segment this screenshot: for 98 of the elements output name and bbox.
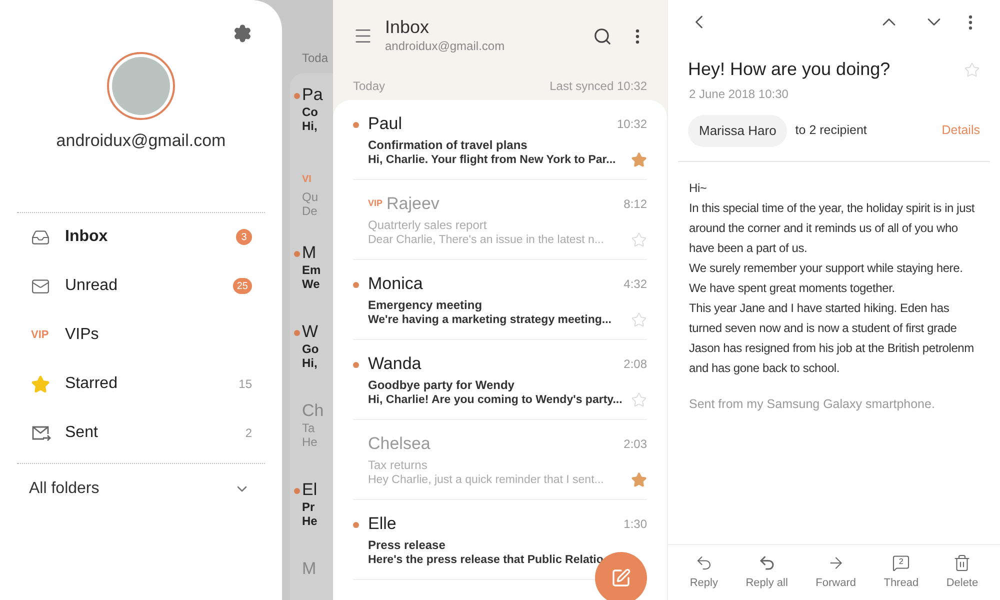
envelope-arrow-icon <box>31 424 51 442</box>
toolbar-action[interactable]: Delete <box>946 554 978 592</box>
time-label: 2:03 <box>624 436 647 452</box>
compose-icon <box>611 568 631 588</box>
toolbar-action[interactable]: Reply all <box>746 554 788 592</box>
sender-name: M <box>302 559 318 579</box>
mail-row[interactable]: Monica 4:32 Emergency meeting We're having a marketing strategy meeting... <box>353 260 647 340</box>
preview-text: Hi, <box>302 119 318 133</box>
preview-text: We're having a marketing strategy meeting... <box>368 313 612 328</box>
drawer-item[interactable]: Unread 25 <box>0 262 282 310</box>
all-folders-toggle[interactable]: All folders <box>0 464 282 514</box>
section-label: Today <box>353 78 386 95</box>
star-icon <box>31 374 50 394</box>
sender-name: M <box>302 243 318 263</box>
sync-status: Last synced 10:32 <box>550 78 647 95</box>
account-email: androidux@gmail.com <box>55 130 227 152</box>
reply-all-icon <box>758 554 776 572</box>
star-outline-icon[interactable] <box>631 392 647 408</box>
subject-text: Press release <box>368 538 446 554</box>
subject-text: Qu <box>302 190 320 204</box>
preview-text: Hey Charlie, just a quick reminder that I sent... <box>368 473 604 488</box>
subject-text: Goodbye party for Wendy <box>368 378 516 394</box>
message-subject: Hey! How are you doing? <box>688 58 890 81</box>
preview-text: Dear Charlie, There's an issue in the latest n... <box>368 233 604 248</box>
body-paragraph: We surely remember your support while staying here. <box>689 260 964 276</box>
count-label: 2 <box>245 425 252 442</box>
subject-text: Em <box>302 263 322 277</box>
inbox-icon <box>31 228 50 246</box>
sender-chip[interactable]: Marissa Haro <box>688 115 788 146</box>
time-label: 10:32 <box>616 116 647 132</box>
drawer-item[interactable]: Inbox 3 <box>0 212 282 262</box>
drawer-item[interactable]: Sent 2 <box>0 408 282 458</box>
sender-name: Chelsea <box>368 432 430 455</box>
star-icon[interactable] <box>631 152 647 168</box>
mail-row[interactable]: Paul 10:32 Confirmation of travel plans Hi, Charlie. Your flight from New York to Par... <box>353 100 647 180</box>
sender-name: Elle <box>368 512 396 535</box>
subject-text: Quatrterly sales report <box>368 218 488 234</box>
preview-text: Here's the press release that Public Relatio <box>368 553 604 568</box>
time-label: 4:32 <box>624 276 647 292</box>
thread-icon: 2 <box>892 554 910 572</box>
subject-text: Ta <box>302 421 316 435</box>
preview-text: Hi, <box>302 356 318 370</box>
time-label: 8:12 <box>624 196 647 212</box>
search-icon[interactable] <box>593 26 612 46</box>
subject-text: Confirmation of travel plans <box>368 138 528 154</box>
reply-icon <box>694 554 713 572</box>
subject-text: Co <box>302 105 319 119</box>
vip-label: VIP <box>31 328 49 343</box>
avatar-placeholder <box>107 52 175 120</box>
account-email: androidux@gmail.com <box>385 38 506 55</box>
sender-name: Monica <box>368 272 423 295</box>
count-badge: 25 <box>232 278 252 294</box>
toolbar-action[interactable]: Reply <box>690 554 718 592</box>
star-outline-icon[interactable] <box>631 232 647 248</box>
settings-icon[interactable] <box>233 24 252 43</box>
toolbar-action[interactable]: Forward <box>816 554 856 592</box>
sender-name: Pa <box>302 85 324 105</box>
sender-name: El <box>302 480 318 500</box>
star-icon[interactable] <box>631 472 647 488</box>
trash-icon <box>953 554 972 572</box>
subject-text: Emergency meeting <box>368 298 484 314</box>
subject-text: Pr <box>302 500 316 514</box>
sender-name: Paul <box>368 112 402 135</box>
body-paragraph: Hi~ <box>689 180 708 196</box>
subject-text: Go <box>302 342 320 356</box>
star-outline-icon[interactable] <box>964 62 980 78</box>
star-outline-icon[interactable] <box>631 312 647 328</box>
recipients-text: to 2 recipient <box>795 122 868 140</box>
preview-text: We <box>302 277 321 291</box>
preview-text: He <box>302 435 318 449</box>
time-label: 2:08 <box>624 356 647 372</box>
preview-text: Hi, Charlie! Are you coming to Wendy's party... <box>368 393 622 408</box>
toolbar-action[interactable]: 2 Thread <box>884 554 919 592</box>
inbox-title: Inbox <box>385 17 430 37</box>
mail-row[interactable]: Wanda 2:08 Goodbye party for Wendy Hi, Charlie! Are you coming to Wendy's party... <box>353 340 647 420</box>
body-paragraph: This year Jane and I have started hiking. Eden has turned seven now and is now a student of first grade <box>689 300 958 336</box>
envelope-icon <box>31 276 50 296</box>
message-date: 2 June 2018 10:30 <box>688 86 790 103</box>
body-paragraph: Jason has resigned from his job at the British petrolenm and has gone back to school. <box>689 340 975 376</box>
signature-text: Sent from my Samsung Galaxy smartphone. <box>689 396 936 413</box>
sender-name: Rajeev <box>386 192 440 215</box>
sender-name: Ch <box>302 401 325 421</box>
count-badge: 3 <box>236 229 252 245</box>
time-label: 1:30 <box>624 516 647 532</box>
body-paragraph: In this special time of the year, the holiday spirit is in just around the corner and it reminds us of all of you who have been a part of us. <box>689 200 976 256</box>
vip-tag: VIP <box>368 196 383 210</box>
preview-text: Hi, Charlie. Your flight from New York to Par... <box>368 153 616 168</box>
count-label: 15 <box>238 376 252 393</box>
drawer-item[interactable]: Starred 15 <box>0 360 282 408</box>
preview-text: He <box>302 514 318 528</box>
preview-text: De <box>302 204 318 218</box>
sender-name: W <box>302 322 320 342</box>
section-label: Toda <box>302 50 330 67</box>
vip-tag: VI <box>302 170 333 190</box>
sender-name: Wanda <box>368 352 422 375</box>
subject-text: Tax returns <box>368 458 428 474</box>
drawer-item[interactable]: VIP VIPs <box>0 310 282 360</box>
body-paragraph: We have spent great moments together. <box>689 280 896 296</box>
